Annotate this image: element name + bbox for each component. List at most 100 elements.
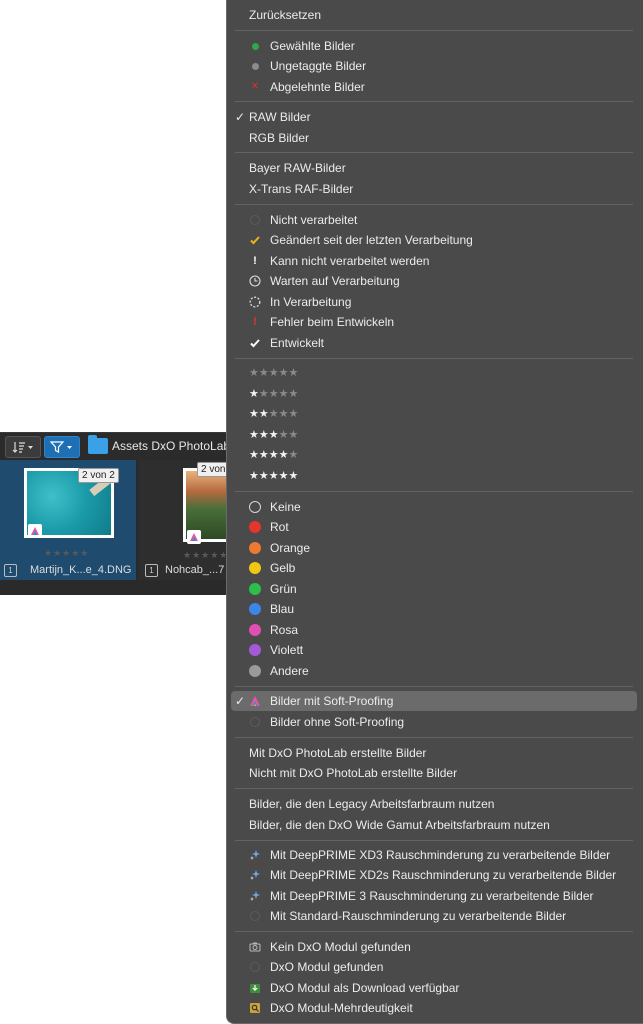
menu-item-label: Blau bbox=[270, 602, 295, 616]
filter-button[interactable] bbox=[44, 436, 80, 458]
sort-button[interactable] bbox=[5, 436, 41, 458]
camera-icon bbox=[249, 941, 261, 953]
menu-item-color-green[interactable]: Grün bbox=[227, 579, 642, 599]
menu-item-label: Mit DeepPRIME 3 Rauschminderung zu verar… bbox=[270, 889, 594, 903]
menu-item-label: Ungetaggte Bilder bbox=[270, 59, 367, 73]
menu-item-rating-0[interactable]: ★★★★★ bbox=[227, 363, 642, 383]
empty-circle-icon bbox=[249, 910, 261, 922]
menu-item-label: Bilder, die den Legacy Arbeitsfarbraum n… bbox=[249, 797, 495, 811]
menu-item-label: Nicht verarbeitet bbox=[270, 213, 358, 227]
menu-item-bayer[interactable]: Bayer RAW-Bilder bbox=[227, 158, 642, 178]
thumbnail-cell[interactable]: 2 von 2 ★★★★★ 1 Martijn_K...e_4.DNG bbox=[0, 460, 136, 580]
empty-circle-icon bbox=[249, 716, 261, 728]
menu-item-color-yellow[interactable]: Gelb bbox=[227, 558, 642, 578]
menu-item-softproof-without[interactable]: Bilder ohne Soft-Proofing bbox=[227, 712, 642, 732]
menu-item-label: Orange bbox=[270, 541, 311, 555]
menu-item-raw[interactable]: ✓ RAW Bilder bbox=[227, 107, 642, 127]
menu-item-rating-3[interactable]: ★★★★★ bbox=[227, 425, 642, 445]
softproof-icon bbox=[249, 695, 261, 707]
menu-item-module-ambiguity[interactable]: DxO Modul-Mehrdeutigkeit bbox=[227, 998, 642, 1018]
menu-item-picked[interactable]: Gewählte Bilder bbox=[227, 36, 642, 56]
menu-item-color-orange[interactable]: Orange bbox=[227, 538, 642, 558]
menu-item-not-processed[interactable]: Nicht verarbeitet bbox=[227, 210, 642, 230]
menu-item-color-red[interactable]: Rot bbox=[227, 517, 642, 537]
rating-stars[interactable]: ★★★★★ bbox=[44, 548, 89, 559]
menu-item-softproof-with[interactable]: ✓ Bilder mit Soft-Proofing bbox=[231, 691, 637, 711]
menu-item-reset[interactable]: Zurücksetzen bbox=[227, 5, 642, 25]
checkmark-icon: ✓ bbox=[235, 110, 246, 124]
exclamation-icon: ! bbox=[253, 255, 257, 267]
menu-item-label: Kann nicht verarbeitet werden bbox=[270, 254, 430, 268]
rating-stars[interactable]: ★★★★★ bbox=[183, 550, 228, 561]
menu-item-untagged[interactable]: Ungetaggte Bilder bbox=[227, 56, 642, 76]
menu-item-label: Rosa bbox=[270, 623, 299, 637]
menu-item-label: Abgelehnte Bilder bbox=[270, 80, 365, 94]
filter-menu: Zurücksetzen Gewählte Bilder Ungetaggte … bbox=[226, 0, 643, 1024]
menu-item-label: Mit DeepPRIME XD2s Rauschminderung zu ve… bbox=[270, 868, 617, 882]
menu-item-label: X-Trans RAF-Bilder bbox=[249, 182, 354, 196]
gray-circle-icon bbox=[249, 665, 261, 677]
menu-separator bbox=[235, 101, 633, 102]
menu-item-wide-gamut-space[interactable]: Bilder, die den DxO Wide Gamut Arbeitsfa… bbox=[227, 815, 642, 835]
menu-item-rating-5[interactable]: ★★★★★ bbox=[227, 466, 642, 486]
menu-item-color-none[interactable]: Keine bbox=[227, 497, 642, 517]
empty-circle-icon bbox=[249, 214, 261, 226]
menu-item-label: DxO Modul als Download verfügbar bbox=[270, 981, 460, 995]
menu-item-rating-4[interactable]: ★★★★★ bbox=[227, 445, 642, 465]
menu-item-deepprime-3[interactable]: Mit DeepPRIME 3 Rauschminderung zu verar… bbox=[227, 886, 642, 906]
violet-circle-icon bbox=[249, 644, 261, 656]
menu-item-label: RGB Bilder bbox=[249, 131, 310, 145]
folder-name[interactable]: Assets DxO PhotoLab bbox=[112, 439, 230, 453]
menu-item-color-blue[interactable]: Blau bbox=[227, 599, 642, 619]
menu-item-standard-denoise[interactable]: Mit Standard-Rauschminderung zu verarbei… bbox=[227, 906, 642, 926]
softproof-icon bbox=[187, 530, 201, 544]
menu-item-label: Grün bbox=[270, 582, 297, 596]
menu-item-module-found[interactable]: DxO Modul gefunden bbox=[227, 957, 642, 977]
version-badge: 2 von bbox=[197, 462, 230, 477]
menu-item-rgb[interactable]: RGB Bilder bbox=[227, 128, 642, 148]
menu-item-no-module[interactable]: Kein DxO Modul gefunden bbox=[227, 937, 642, 957]
menu-item-label: Warten auf Verarbeitung bbox=[270, 274, 400, 288]
menu-item-processing[interactable]: In Verarbeitung bbox=[227, 292, 642, 312]
menu-item-xtrans[interactable]: X-Trans RAF-Bilder bbox=[227, 179, 642, 199]
menu-separator bbox=[235, 931, 633, 932]
menu-item-not-made-with-dxo[interactable]: Nicht mit DxO PhotoLab erstellte Bilder bbox=[227, 763, 642, 783]
menu-item-developed[interactable]: Entwickelt bbox=[227, 333, 642, 353]
menu-item-made-with-dxo[interactable]: Mit DxO PhotoLab erstellte Bilder bbox=[227, 743, 642, 763]
version-badge: 2 von 2 bbox=[78, 468, 119, 483]
menu-item-waiting[interactable]: Warten auf Verarbeitung bbox=[227, 271, 642, 291]
menu-item-label: Mit DeepPRIME XD3 Rauschminderung zu ver… bbox=[270, 848, 611, 862]
menu-item-label: Kein DxO Modul gefunden bbox=[270, 940, 411, 954]
menu-item-legacy-space[interactable]: Bilder, die den Legacy Arbeitsfarbraum n… bbox=[227, 794, 642, 814]
rating-stars-icon: ★★★★★ bbox=[249, 449, 299, 461]
menu-item-deepprime-xd3[interactable]: Mit DeepPRIME XD3 Rauschminderung zu ver… bbox=[227, 845, 642, 865]
rating-stars-icon: ★★★★★ bbox=[249, 470, 299, 482]
menu-item-deepprime-xd2s[interactable]: Mit DeepPRIME XD2s Rauschminderung zu ve… bbox=[227, 865, 642, 885]
red-circle-icon bbox=[249, 521, 261, 533]
softproof-icon bbox=[28, 524, 42, 538]
thumbnail-cell[interactable]: 2 von ★★★★★ 1 Nohcab_...7 bbox=[139, 460, 243, 580]
menu-item-changed[interactable]: Geändert seit der letzten Verarbeitung bbox=[227, 230, 642, 250]
sparkle-icon bbox=[249, 890, 261, 902]
blue-circle-icon bbox=[249, 603, 261, 615]
menu-item-color-violet[interactable]: Violett bbox=[227, 640, 642, 660]
menu-item-label: Bayer RAW-Bilder bbox=[249, 161, 346, 175]
menu-item-color-other[interactable]: Andere bbox=[227, 661, 642, 681]
file-name: Nohcab_...7 bbox=[165, 564, 225, 576]
menu-item-module-download[interactable]: DxO Modul als Download verfügbar bbox=[227, 978, 642, 998]
menu-item-rating-2[interactable]: ★★★★★ bbox=[227, 404, 642, 424]
menu-item-label: DxO Modul gefunden bbox=[270, 960, 384, 974]
check-icon bbox=[249, 337, 261, 349]
orange-check-icon bbox=[249, 234, 261, 246]
menu-item-label: Bilder ohne Soft-Proofing bbox=[270, 715, 405, 729]
sort-icon bbox=[12, 442, 33, 453]
menu-item-error[interactable]: ! Fehler beim Entwickeln bbox=[227, 312, 642, 332]
browser-toolbar: Assets DxO PhotoLab bbox=[0, 433, 230, 459]
menu-item-cannot-process[interactable]: ! Kann nicht verarbeitet werden bbox=[227, 251, 642, 271]
file-name: Martijn_K...e_4.DNG bbox=[30, 564, 132, 576]
photo-browser: Assets DxO PhotoLab 2 von 2 ★★★★★ 1 Mart… bbox=[0, 432, 243, 595]
menu-item-label: Bilder mit Soft-Proofing bbox=[270, 694, 394, 708]
menu-item-rating-1[interactable]: ★★★★★ bbox=[227, 384, 642, 404]
menu-item-color-pink[interactable]: Rosa bbox=[227, 620, 642, 640]
menu-item-rejected[interactable]: ✕ Abgelehnte Bilder bbox=[227, 77, 642, 97]
